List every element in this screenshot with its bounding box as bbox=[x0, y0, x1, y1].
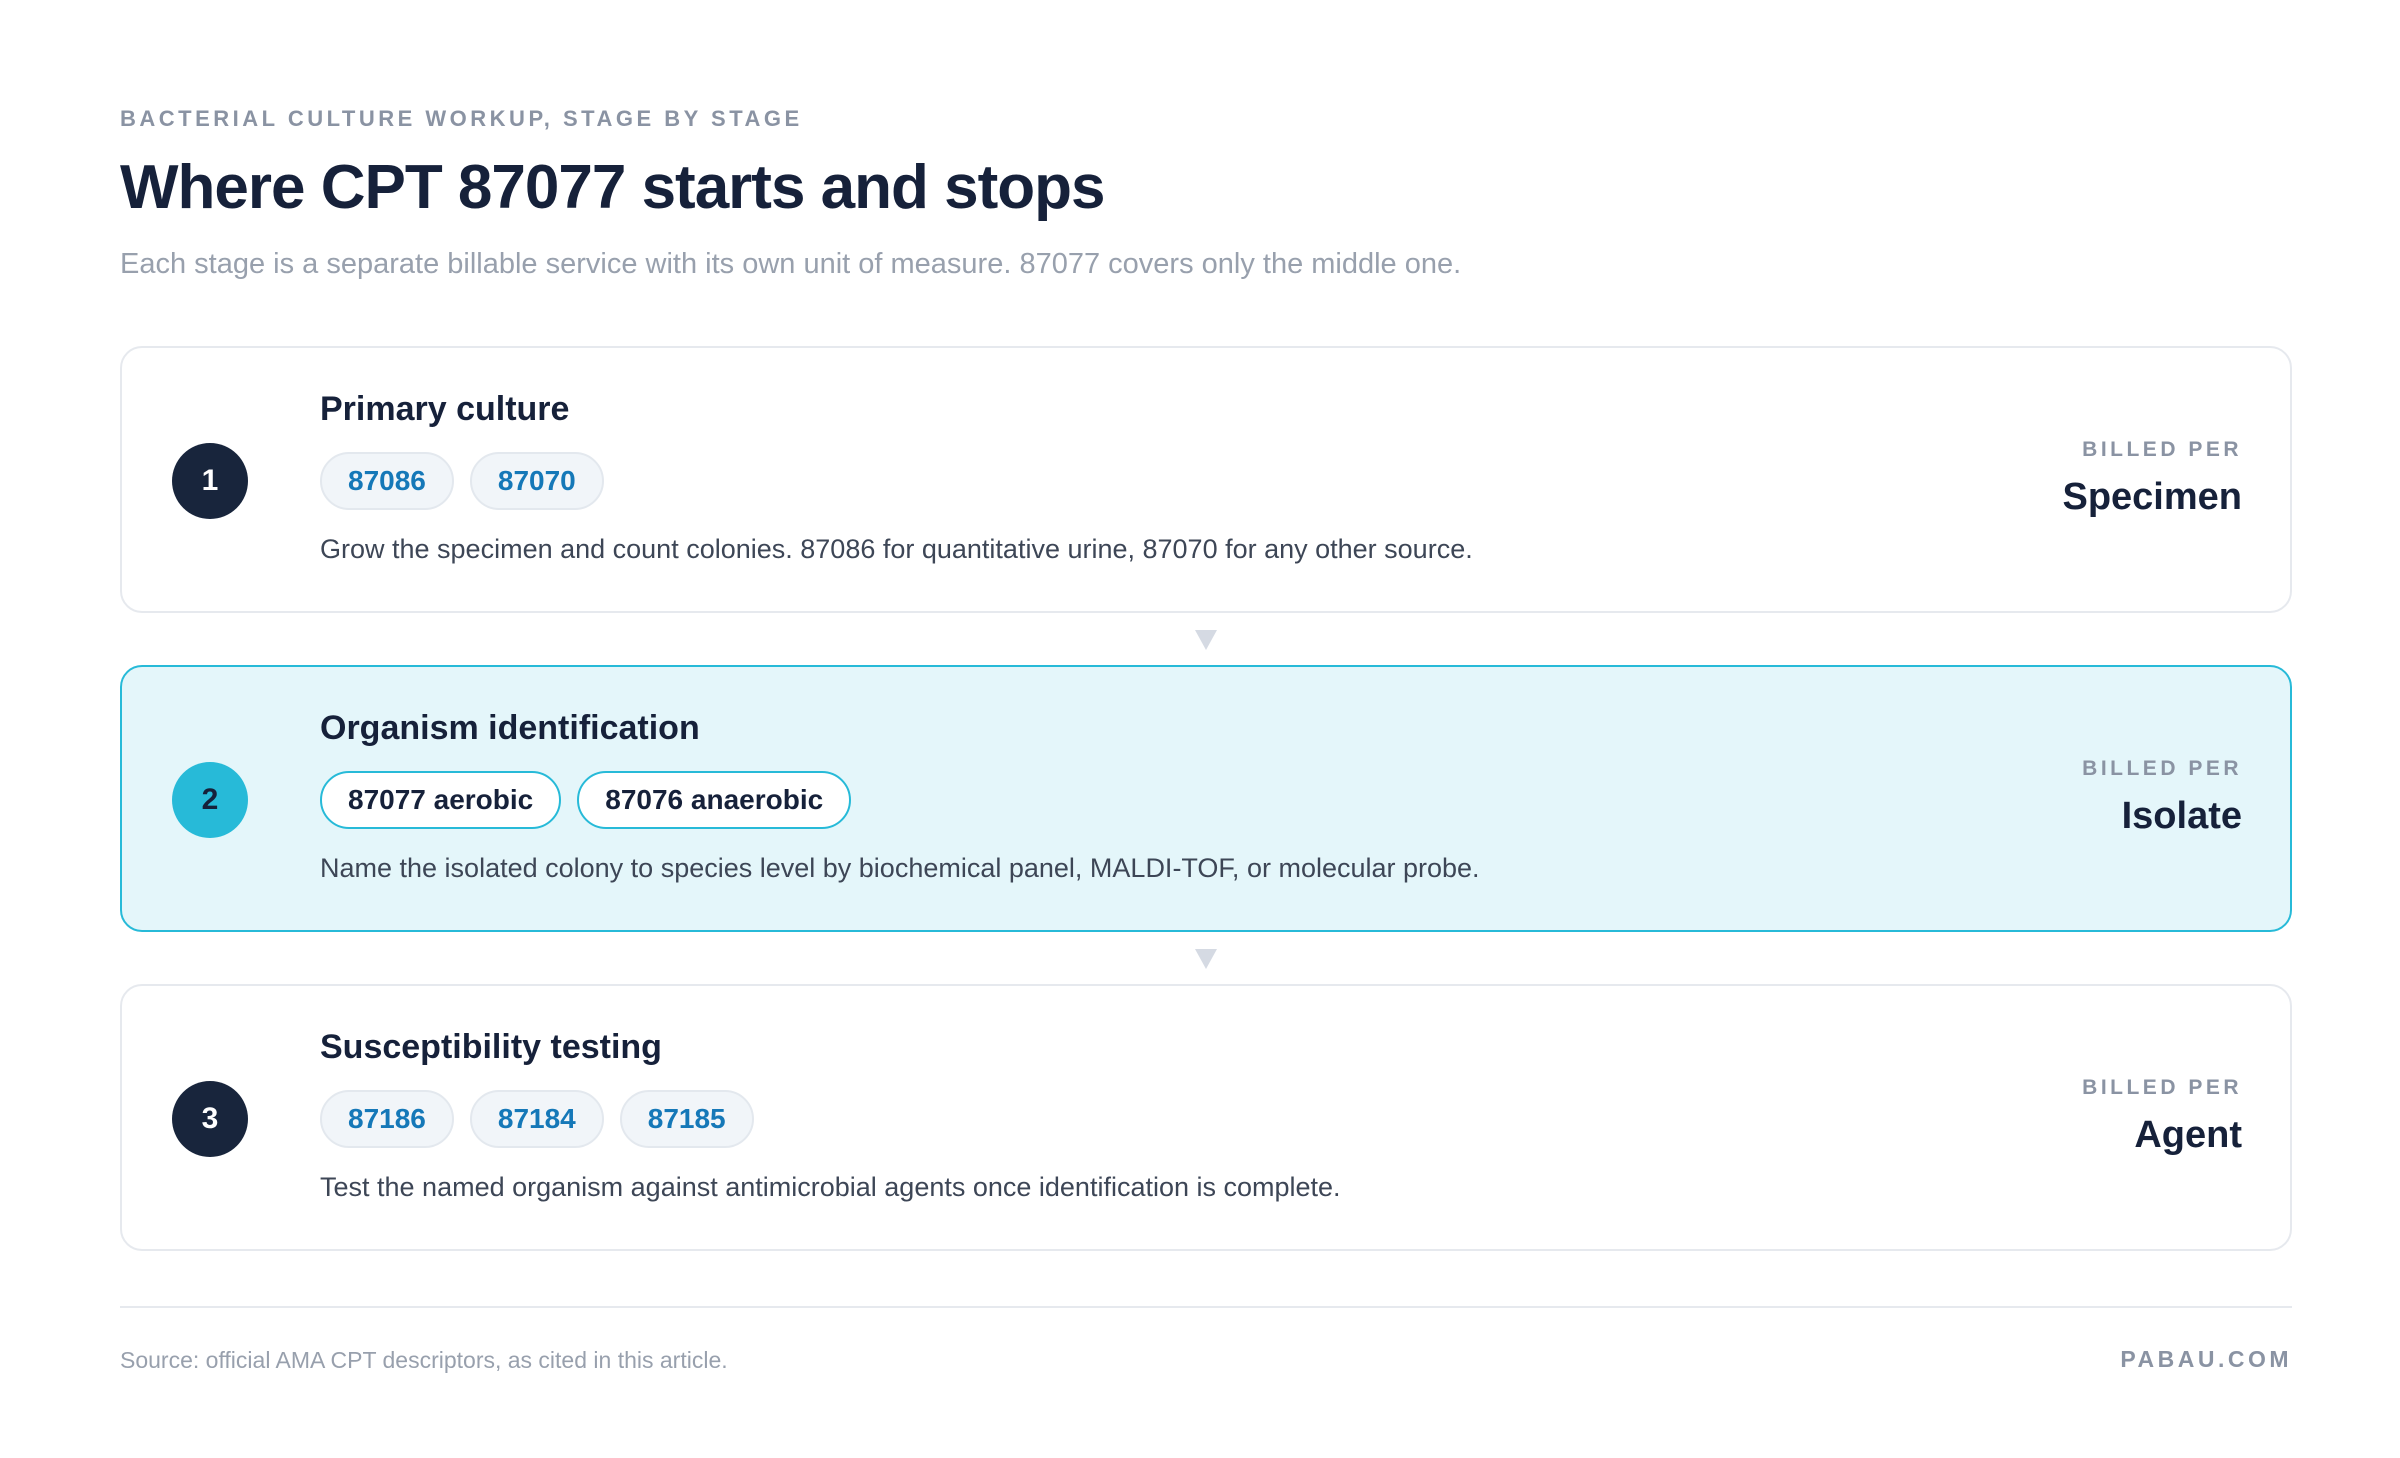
stage-description: Grow the specimen and count colonies. 87… bbox=[320, 534, 1473, 564]
down-arrow-icon bbox=[1195, 630, 1217, 650]
code-chip-group: 87086 87070 bbox=[320, 452, 604, 510]
stage-title: Primary culture bbox=[320, 390, 570, 428]
code-chip: 87185 bbox=[619, 1090, 754, 1148]
code-chip: 87076 anaerobic bbox=[577, 771, 852, 829]
stage-connector bbox=[120, 932, 2292, 984]
billing-unit: BILLED PER Specimen bbox=[2062, 438, 2242, 519]
code-chip: 87086 bbox=[320, 452, 454, 510]
stage-description: Name the isolated colony to species leve… bbox=[320, 853, 1480, 883]
code-chip-group: 87077 aerobic 87076 anaerobic bbox=[320, 771, 852, 829]
stage-number-badge: 3 bbox=[172, 1081, 248, 1157]
code-chip: 87077 aerobic bbox=[320, 771, 562, 829]
code-chip: 87184 bbox=[469, 1090, 604, 1148]
stage-list: 1 Primary culture 87086 87070 Grow the s… bbox=[120, 346, 2292, 1251]
down-arrow-icon bbox=[1195, 949, 1217, 969]
stage-title: Susceptibility testing bbox=[320, 1028, 662, 1066]
page-title: Where CPT 87077 starts and stops bbox=[120, 153, 1105, 222]
stage-card-susceptibility-testing: 3 Susceptibility testing 87186 87184 871… bbox=[120, 984, 2292, 1251]
billed-per-value: Specimen bbox=[2062, 476, 2242, 518]
billed-per-label: BILLED PER bbox=[2082, 438, 2242, 461]
billed-per-label: BILLED PER bbox=[2082, 757, 2242, 780]
stage-card-organism-identification: 2 Organism identification 87077 aerobic … bbox=[120, 665, 2292, 932]
stage-number-badge: 1 bbox=[172, 443, 248, 519]
stage-number-badge: 2 bbox=[172, 762, 248, 838]
code-chip-group: 87186 87184 87185 bbox=[320, 1090, 754, 1148]
stage-connector bbox=[120, 613, 2292, 665]
source-note: Source: official AMA CPT descriptors, as… bbox=[120, 1347, 728, 1373]
code-chip: 87070 bbox=[469, 452, 604, 510]
billed-per-label: BILLED PER bbox=[2082, 1076, 2242, 1099]
brand-label: PABAU.COM bbox=[2120, 1346, 2292, 1372]
stage-title: Organism identification bbox=[320, 709, 700, 747]
footer-divider bbox=[120, 1306, 2292, 1308]
stage-card-primary-culture: 1 Primary culture 87086 87070 Grow the s… bbox=[120, 346, 2292, 613]
page-subtitle: Each stage is a separate billable servic… bbox=[120, 248, 1462, 280]
billing-unit: BILLED PER Isolate bbox=[2082, 757, 2242, 838]
code-chip: 87186 bbox=[320, 1090, 454, 1148]
billed-per-value: Isolate bbox=[2121, 795, 2242, 837]
billed-per-value: Agent bbox=[2134, 1114, 2242, 1156]
eyebrow-label: BACTERIAL CULTURE WORKUP, STAGE BY STAGE bbox=[120, 106, 803, 131]
billing-unit: BILLED PER Agent bbox=[2082, 1076, 2242, 1157]
stage-description: Test the named organism against antimicr… bbox=[320, 1172, 1341, 1202]
